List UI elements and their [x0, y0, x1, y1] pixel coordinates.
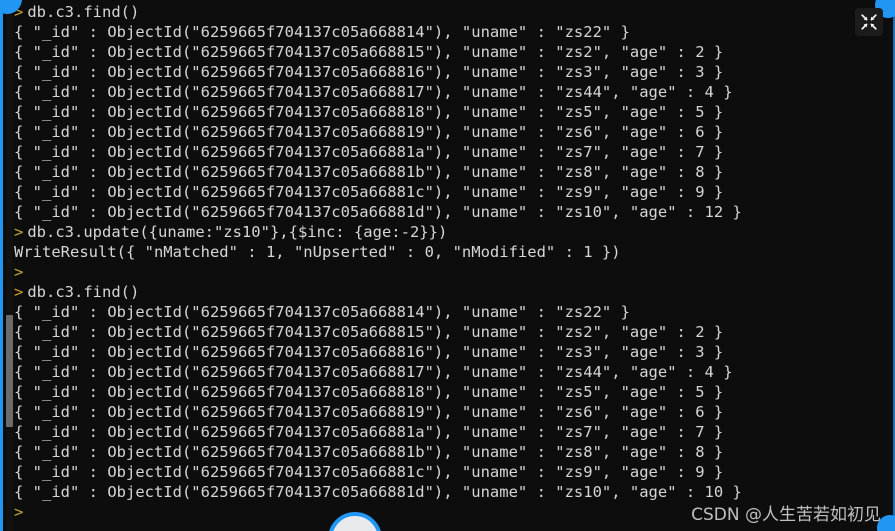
terminal-output-line: { "_id" : ObjectId("6259665f704137c05a66… — [14, 362, 895, 382]
terminal-output-text: { "_id" : ObjectId("6259665f704137c05a66… — [14, 363, 733, 381]
window-left-accent-border — [0, 0, 3, 531]
terminal-prompt-symbol: > — [14, 223, 24, 241]
terminal-output-line: WriteResult({ "nMatched" : 1, "nUpserted… — [14, 242, 895, 262]
terminal-output-text: { "_id" : ObjectId("6259665f704137c05a66… — [14, 323, 724, 341]
terminal-output-text: { "_id" : ObjectId("6259665f704137c05a66… — [14, 443, 724, 461]
terminal-output-line: { "_id" : ObjectId("6259665f704137c05a66… — [14, 102, 895, 122]
terminal-output-line: { "_id" : ObjectId("6259665f704137c05a66… — [14, 22, 895, 42]
terminal-output-line: { "_id" : ObjectId("6259665f704137c05a66… — [14, 122, 895, 142]
terminal-output-text: { "_id" : ObjectId("6259665f704137c05a66… — [14, 403, 724, 421]
terminal-output-line: { "_id" : ObjectId("6259665f704137c05a66… — [14, 202, 895, 222]
terminal-command-line: > db.c3.update({uname:"zs10"},{$inc: {age… — [14, 222, 895, 242]
terminal-output-text: { "_id" : ObjectId("6259665f704137c05a66… — [14, 23, 630, 41]
terminal-output-line: { "_id" : ObjectId("6259665f704137c05a66… — [14, 402, 895, 422]
terminal-output-line: { "_id" : ObjectId("6259665f704137c05a66… — [14, 62, 895, 82]
terminal-command-text: db.c3.find() — [27, 3, 140, 21]
terminal-output-line: { "_id" : ObjectId("6259665f704137c05a66… — [14, 422, 895, 442]
terminal-prompt-symbol: > — [14, 503, 24, 521]
terminal-command-line: > db.c3.find() — [14, 282, 895, 302]
terminal-output-area[interactable]: > db.c3.find(){ "_id" : ObjectId("6259665… — [14, 0, 895, 531]
terminal-output-text: { "_id" : ObjectId("6259665f704137c05a66… — [14, 303, 630, 321]
terminal-output-text: { "_id" : ObjectId("6259665f704137c05a66… — [14, 163, 724, 181]
csdn-watermark: CSDN @人生苦若如初见 — [691, 505, 881, 525]
terminal-output-line: { "_id" : ObjectId("6259665f704137c05a66… — [14, 382, 895, 402]
terminal-output-text: { "_id" : ObjectId("6259665f704137c05a66… — [14, 463, 724, 481]
terminal-command-text: db.c3.update({uname:"zs10"},{$inc: {age:… — [27, 223, 448, 241]
terminal-output-text: WriteResult({ "nMatched" : 1, "nUpserted… — [14, 243, 621, 261]
terminal-output-line: { "_id" : ObjectId("6259665f704137c05a66… — [14, 322, 895, 342]
terminal-output-text: { "_id" : ObjectId("6259665f704137c05a66… — [14, 203, 742, 221]
terminal-output-text: { "_id" : ObjectId("6259665f704137c05a66… — [14, 143, 724, 161]
terminal-command-line: > — [14, 262, 895, 282]
terminal-output-text: { "_id" : ObjectId("6259665f704137c05a66… — [14, 383, 724, 401]
terminal-output-line: { "_id" : ObjectId("6259665f704137c05a66… — [14, 182, 895, 202]
terminal-output-text: { "_id" : ObjectId("6259665f704137c05a66… — [14, 423, 724, 441]
terminal-output-text: { "_id" : ObjectId("6259665f704137c05a66… — [14, 483, 742, 501]
terminal-output-text: { "_id" : ObjectId("6259665f704137c05a66… — [14, 83, 733, 101]
collapse-arrows-icon — [861, 14, 877, 30]
terminal-output-line: { "_id" : ObjectId("6259665f704137c05a66… — [14, 162, 895, 182]
terminal-prompt-symbol: > — [14, 283, 24, 301]
terminal-output-text: { "_id" : ObjectId("6259665f704137c05a66… — [14, 123, 724, 141]
vertical-scrollbar-thumb[interactable] — [6, 315, 13, 427]
terminal-command-line: > db.c3.find() — [14, 2, 895, 22]
terminal-output-text: { "_id" : ObjectId("6259665f704137c05a66… — [14, 63, 724, 81]
terminal-output-line: { "_id" : ObjectId("6259665f704137c05a66… — [14, 482, 895, 502]
terminal-output-line: { "_id" : ObjectId("6259665f704137c05a66… — [14, 142, 895, 162]
terminal-output-text: { "_id" : ObjectId("6259665f704137c05a66… — [14, 183, 724, 201]
terminal-output-text: { "_id" : ObjectId("6259665f704137c05a66… — [14, 43, 724, 61]
terminal-command-text: db.c3.find() — [27, 283, 140, 301]
terminal-output-line: { "_id" : ObjectId("6259665f704137c05a66… — [14, 342, 895, 362]
terminal-output-line: { "_id" : ObjectId("6259665f704137c05a66… — [14, 302, 895, 322]
terminal-output-line: { "_id" : ObjectId("6259665f704137c05a66… — [14, 442, 895, 462]
vertical-scrollbar-track[interactable] — [6, 0, 13, 531]
terminal-output-line: { "_id" : ObjectId("6259665f704137c05a66… — [14, 462, 895, 482]
terminal-output-line: { "_id" : ObjectId("6259665f704137c05a66… — [14, 42, 895, 62]
terminal-output-line: { "_id" : ObjectId("6259665f704137c05a66… — [14, 82, 895, 102]
terminal-prompt-symbol: > — [14, 263, 24, 281]
terminal-output-text: { "_id" : ObjectId("6259665f704137c05a66… — [14, 103, 724, 121]
collapse-fullscreen-button[interactable] — [855, 8, 883, 36]
terminal-output-text: { "_id" : ObjectId("6259665f704137c05a66… — [14, 343, 724, 361]
terminal-window: > db.c3.find(){ "_id" : ObjectId("6259665… — [0, 0, 895, 531]
